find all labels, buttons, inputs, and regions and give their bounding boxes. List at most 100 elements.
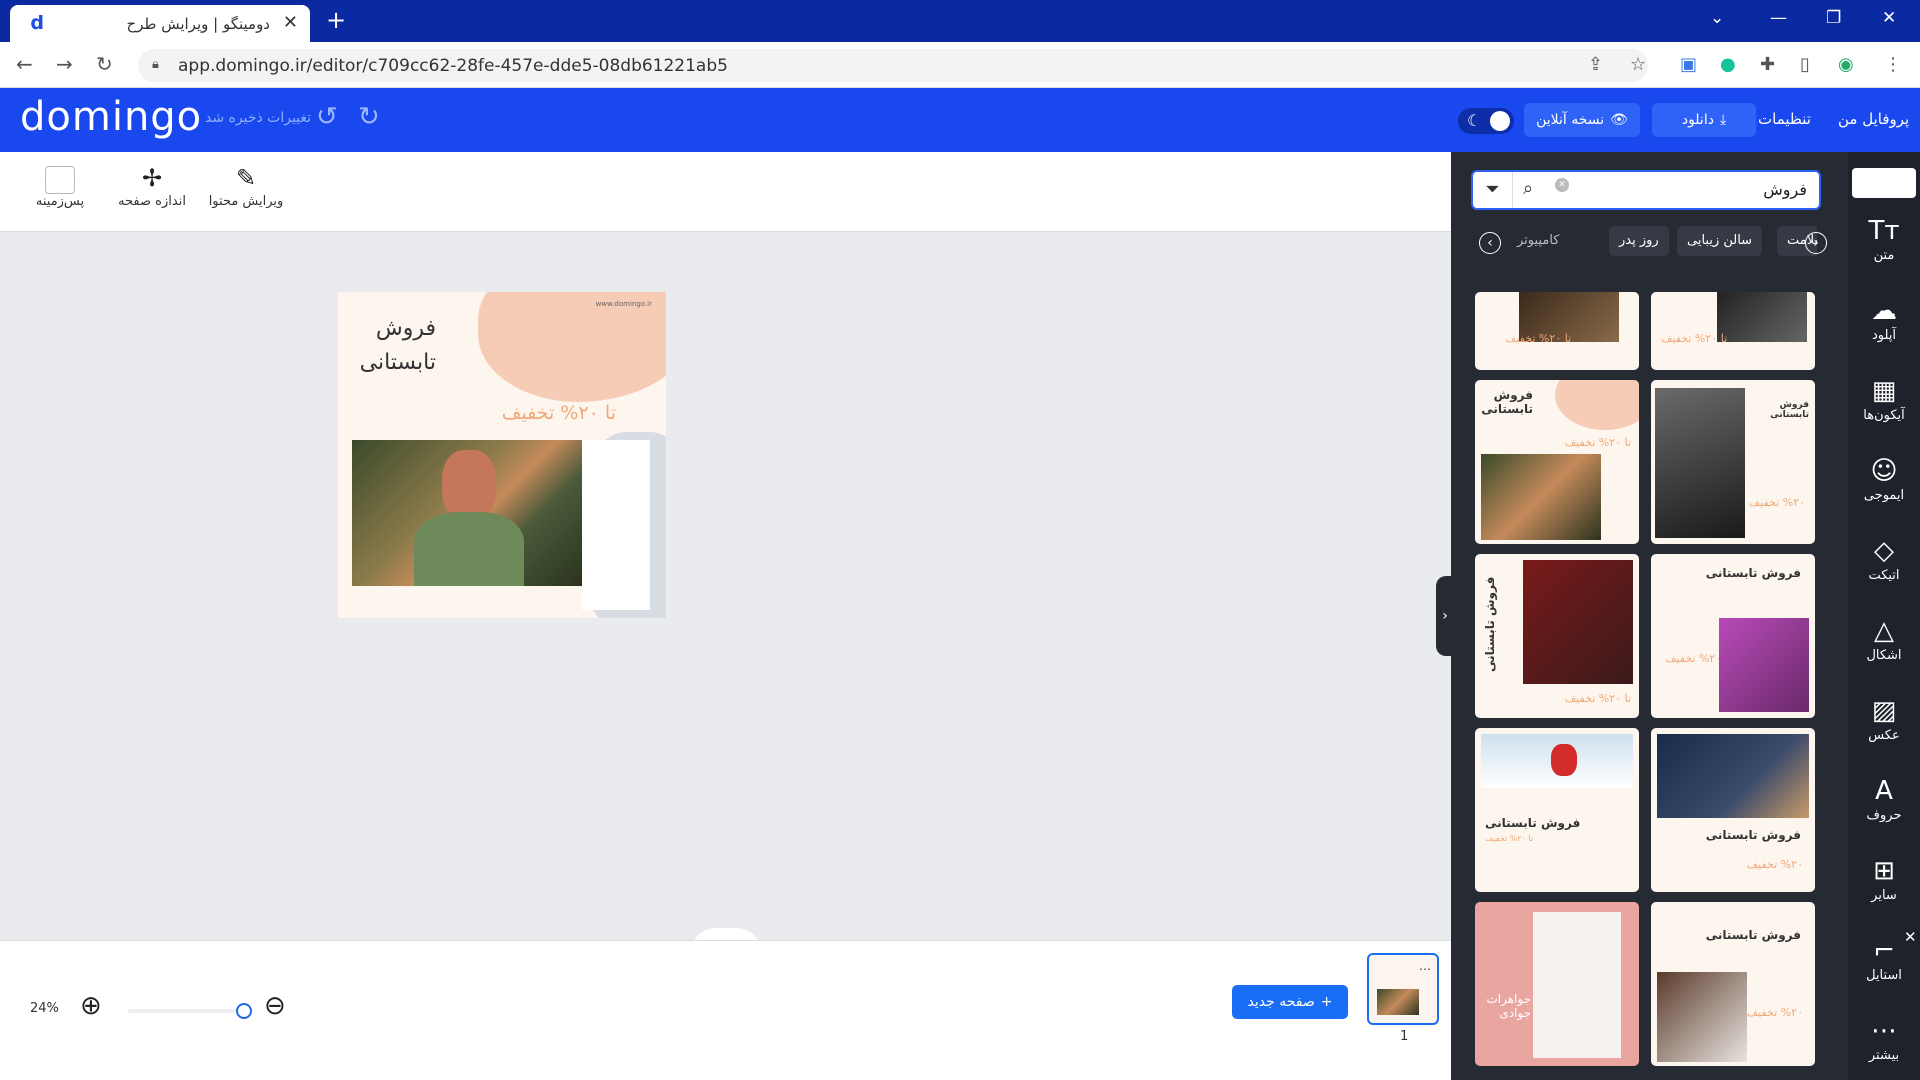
page-size-tool[interactable]: ✢ اندازه صفحه <box>102 162 202 209</box>
rail-sticker-label: اتیکت <box>1868 568 1900 583</box>
search-value: فروش <box>1763 180 1807 199</box>
background-swatch-icon <box>45 166 75 194</box>
template-card[interactable]: تا ۲۰% تخفیف <box>1651 292 1815 370</box>
browser-menu-icon[interactable]: ⋮ <box>1884 54 1902 75</box>
template-card[interactable]: فروش تابستانی تا ۲۰% تخفیف <box>1475 728 1639 892</box>
rail-other[interactable]: ⊞ سایر <box>1848 854 1920 903</box>
category-chip[interactable]: کامپیوتر <box>1507 226 1569 256</box>
design-discount[interactable]: تا ۲۰% تخفیف <box>502 402 616 424</box>
download-label: دانلود <box>1681 112 1714 128</box>
rail-sticker[interactable]: ◇ اتیکت <box>1848 534 1920 583</box>
template-photo <box>1657 972 1747 1062</box>
rail-active-item[interactable] <box>1852 168 1916 198</box>
template-discount: تا ۲۰% تخفیف <box>1505 332 1572 345</box>
tab-close-icon[interactable]: ✕ <box>283 12 298 33</box>
download-button[interactable]: دانلود ⤓ <box>1652 103 1756 137</box>
zoom-slider[interactable] <box>128 1009 248 1013</box>
background-tool[interactable]: پس‌زمینه <box>10 162 110 209</box>
forward-icon[interactable]: → <box>56 52 73 76</box>
template-card[interactable]: فروش تابستانی %۲۰ تخفیف <box>1651 380 1815 544</box>
domingo-logo[interactable]: domingo <box>20 94 202 140</box>
sidebar-icon[interactable]: ▯ <box>1800 54 1810 75</box>
moon-icon: ☾ <box>1467 111 1482 130</box>
canvas-area: www.domingo.ir فروش تابستانی تا ۲۰% تخفی… <box>0 232 1451 940</box>
template-card[interactable]: فروش تابستانی %۲۰ تخفیف <box>1651 728 1815 892</box>
online-version-button[interactable]: نسخه آنلاین 👁︎ <box>1524 103 1640 137</box>
rail-letters[interactable]: A حروف <box>1848 774 1920 823</box>
rail-text[interactable]: Tт متن <box>1848 214 1920 263</box>
category-chip[interactable]: روز پدر <box>1609 226 1669 256</box>
template-photo <box>1481 454 1601 540</box>
browser-tab[interactable]: d دومینگو | ویرایش طرح ✕ <box>10 5 310 42</box>
template-card[interactable]: تا ۲۰% تخفیف <box>1475 292 1639 370</box>
design-photo[interactable] <box>352 440 582 586</box>
new-page-button[interactable]: صفحه جدید + <box>1232 985 1348 1019</box>
minimize-icon[interactable]: — <box>1770 8 1787 28</box>
grammarly-icon[interactable]: ● <box>1720 54 1736 75</box>
photo-coat <box>414 512 524 586</box>
filter-icon[interactable]: ⏷ <box>1473 172 1513 208</box>
smiley-icon: ☺ <box>1870 456 1898 486</box>
rail-more[interactable]: ⋯ بیشتر <box>1848 1014 1920 1063</box>
page-options-icon[interactable]: … <box>1419 959 1431 973</box>
template-card[interactable]: جواهرات جوادی <box>1475 902 1639 1066</box>
back-icon[interactable]: ← <box>16 52 33 76</box>
zoom-out-icon[interactable]: ⊖ <box>264 991 286 1021</box>
template-title: فروش تابستانی <box>1481 388 1533 416</box>
rail-emoji[interactable]: ☺ ایموجی <box>1848 454 1920 503</box>
add-grid-icon: ⊞ <box>1873 856 1895 886</box>
rail-icons[interactable]: ▦ آیکون‌ها <box>1848 374 1920 423</box>
share-icon[interactable]: ⇪ <box>1588 54 1603 75</box>
restore-icon[interactable]: ❐ <box>1826 8 1841 28</box>
design-page[interactable]: www.domingo.ir فروش تابستانی تا ۲۰% تخفی… <box>338 292 666 618</box>
template-card[interactable]: فروش تابستانی تا ۲۰% تخفیف <box>1475 554 1639 718</box>
zoom-slider-handle[interactable] <box>236 1003 252 1019</box>
template-card[interactable]: فروش تابستانی تا ۲۰% تخفیف <box>1475 380 1639 544</box>
tab-search-icon[interactable]: ⌄ <box>1710 8 1724 28</box>
undo-icon[interactable]: ↺ <box>316 102 338 132</box>
translate-icon[interactable]: ▣ <box>1680 54 1697 75</box>
search-icon[interactable]: ⌕ <box>1523 178 1533 199</box>
template-search[interactable]: ⏷ ⌕ ✕ فروش <box>1471 170 1821 210</box>
settings-link[interactable]: تنظیمات <box>1758 110 1811 128</box>
template-title: فروش تابستانی <box>1483 576 1497 672</box>
template-card[interactable]: فروش تابستانی %۲۰ تخفیف <box>1651 902 1815 1066</box>
style-close-icon[interactable]: ✕ <box>1904 928 1917 946</box>
profile-avatar-icon[interactable]: ◉ <box>1838 54 1854 75</box>
window-close-icon[interactable]: ✕ <box>1882 8 1896 28</box>
rail-letters-label: حروف <box>1866 808 1902 823</box>
bookmark-star-icon[interactable]: ☆ <box>1630 54 1646 75</box>
categories-next-icon[interactable]: › <box>1805 232 1827 254</box>
rail-photo[interactable]: ▨ عکس <box>1848 694 1920 743</box>
tag-icon: ◇ <box>1874 536 1894 566</box>
design-title[interactable]: فروش تابستانی <box>356 312 436 380</box>
template-card[interactable]: فروش تابستانی %۲۰ تخفیف <box>1651 554 1815 718</box>
zoom-in-icon[interactable]: ⊕ <box>80 991 102 1021</box>
clear-search-icon[interactable]: ✕ <box>1555 178 1569 192</box>
dark-mode-toggle[interactable]: ☾ <box>1458 108 1514 134</box>
template-title: فروش تابستانی <box>1485 816 1581 830</box>
edit-content-tool[interactable]: ✎ ویرایش محتوا <box>196 162 296 209</box>
page-thumbnail[interactable]: … <box>1367 953 1439 1025</box>
template-blob <box>1555 380 1639 430</box>
category-chip[interactable]: سالن زیبایی <box>1677 226 1763 256</box>
plus-icon: + <box>1320 994 1333 1010</box>
template-discount: تا ۲۰% تخفیف <box>1564 692 1631 705</box>
url-field[interactable]: 🔒︎ app.domingo.ir/editor/c709cc62-28fe-4… <box>138 49 1648 82</box>
toggle-knob <box>1490 111 1510 131</box>
extensions-icon[interactable]: ✚ <box>1760 54 1775 75</box>
rail-text-label: متن <box>1873 248 1895 263</box>
cloud-upload-icon: ☁ <box>1871 296 1897 326</box>
redo-icon[interactable]: ↻ <box>358 102 380 132</box>
profile-link[interactable]: پروفایل من <box>1838 110 1909 128</box>
rail-shapes[interactable]: △ اشکال <box>1848 614 1920 663</box>
rail-upload[interactable]: ☁ آپلود <box>1848 294 1920 343</box>
reload-icon[interactable]: ↻ <box>96 52 113 76</box>
new-tab-button[interactable]: + <box>326 6 346 34</box>
rail-emoji-label: ایموجی <box>1863 488 1905 503</box>
domingo-favicon-icon: d <box>30 12 44 34</box>
categories-prev-icon[interactable]: ‹ <box>1479 232 1501 254</box>
panel-toggle-button[interactable]: › <box>1436 576 1454 656</box>
template-photo <box>1533 912 1621 1058</box>
design-site-text[interactable]: www.domingo.ir <box>596 300 652 308</box>
